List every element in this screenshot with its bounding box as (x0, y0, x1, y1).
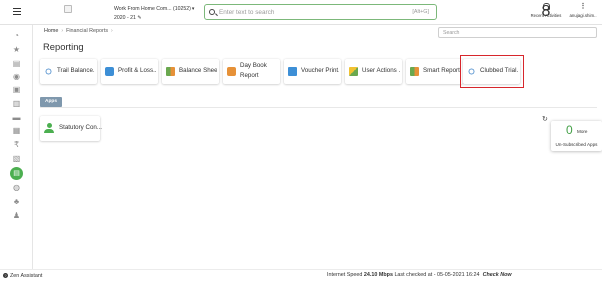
global-search-input[interactable]: Enter text to search [Alt+G] (204, 4, 437, 20)
financial-year: 2020 - 21 (114, 14, 136, 21)
internet-speed: Internet Speed 24.10 Mbps Last checked a… (327, 272, 512, 278)
search-shortcut: [Alt+G] (412, 9, 429, 15)
search-placeholder: Enter text to search (219, 8, 275, 16)
chevron-right-icon: › (111, 28, 113, 34)
search-icon (209, 8, 215, 15)
divider (40, 107, 597, 108)
tab-apps[interactable]: Apps (40, 97, 62, 107)
refresh-icon[interactable]: ↻ (542, 115, 548, 123)
user-name: anujagi.shim.. (569, 13, 597, 18)
smart-report-icon (410, 67, 419, 76)
report-card-label: User Actions ... (362, 67, 400, 74)
report-card-label: Smart Report (423, 67, 460, 74)
unsubscribed-label: Un-Subscribed Apps (555, 142, 598, 147)
voucher-print-icon (288, 67, 297, 76)
report-card-user-actions[interactable]: User Actions ... (345, 59, 402, 84)
zen-assistant-button[interactable]: ? Zen Assistant (3, 273, 42, 279)
reports-icon[interactable]: ▤ (10, 167, 23, 180)
statutory-compliance-icon (44, 123, 54, 133)
report-card-day-book[interactable]: Day Book Report (223, 59, 280, 84)
trial-balance-icon (44, 67, 53, 76)
balance-sheet-icon (166, 67, 175, 76)
report-card-label: Trail Balance... (57, 67, 95, 74)
report-card-label: Day Book Report (240, 62, 267, 79)
day-book-icon (227, 67, 236, 76)
highlight-box (460, 55, 524, 88)
bank-icon[interactable]: ▥ (12, 99, 21, 108)
unsubscribed-apps-card[interactable]: 0 More Un-Subscribed Apps (551, 121, 602, 151)
folder-icon[interactable]: ▬ (12, 113, 21, 122)
page-title: Reporting (43, 41, 84, 52)
report-card-profit-loss[interactable]: Profit & Loss... (101, 59, 158, 84)
kebab-menu-icon: ⋮ (579, 3, 587, 10)
report-card-smart-report[interactable]: Smart Report (406, 59, 463, 84)
last-checked: Last checked at - 05-05-2021 16:24 (394, 272, 480, 278)
briefcase-icon[interactable]: ▦ (12, 126, 21, 135)
rupee-icon[interactable]: ₹ (12, 140, 21, 149)
edit-icon[interactable]: ✎ (137, 15, 141, 21)
report-card-label: Voucher Print... (301, 67, 339, 74)
report-card-label: Profit & Loss... (118, 67, 156, 74)
report-card-voucher-print[interactable]: Voucher Print... (284, 59, 341, 84)
company-selector[interactable]: Work From Home Com... (10252)▾ 2020 - 21… (114, 5, 194, 22)
notification-badge: 8 (541, 3, 551, 20)
help-icon: ? (3, 273, 8, 278)
sidebar: ◔ ★ ▤ ◉ ▣ ▥ ▬ ▦ ₹ ▧ ▤ ◍ ♣ ♟ (0, 25, 33, 269)
report-card-balance-sheet[interactable]: Balance Sheet... (162, 59, 219, 84)
breadcrumb: Home › Financial Reports › (44, 28, 116, 34)
chevron-down-icon: ▾ (191, 6, 195, 12)
app-card-statutory-compliance[interactable]: Statutory Con... (40, 116, 102, 141)
unsubscribed-count: 0 (566, 123, 573, 137)
user-menu[interactable]: ⋮ anujagi.shim.. (566, 3, 600, 18)
breadcrumb-home[interactable]: Home (44, 28, 58, 34)
globe-icon[interactable]: ◍ (12, 183, 21, 192)
users-icon[interactable]: ♣ (12, 197, 21, 206)
dashboard-icon[interactable]: ◔ (12, 31, 21, 40)
status-bar: ? Zen Assistant Internet Speed 24.10 Mbps… (0, 269, 602, 281)
zen-assistant-label: Zen Assistant (10, 273, 43, 279)
speed-value: 24.10 Mbps (363, 272, 393, 278)
report-search-input[interactable]: Search (438, 27, 597, 38)
eye-icon[interactable]: ◉ (12, 72, 21, 81)
report-card-trial-balance[interactable]: Trail Balance... (40, 59, 97, 84)
unsubscribed-more: More (577, 129, 588, 134)
ledger-icon[interactable]: ▧ (12, 154, 21, 163)
main-content: Home › Financial Reports › Search Reporting… (34, 25, 602, 269)
document-icon[interactable]: ▤ (12, 59, 21, 68)
person-icon[interactable]: ♟ (12, 211, 21, 220)
speed-prefix: Internet Speed (327, 272, 363, 278)
app-card-label: Statutory Con... (59, 124, 102, 131)
money-icon[interactable]: ▣ (12, 85, 21, 94)
top-bar: Work From Home Com... (10252)▾ 2020 - 21… (0, 0, 602, 25)
profit-loss-icon (105, 67, 114, 76)
user-actions-icon (349, 67, 358, 76)
star-icon[interactable]: ★ (12, 45, 21, 54)
report-search-placeholder: Search (443, 30, 460, 36)
report-card-label: Balance Sheet... (179, 67, 217, 74)
chevron-right-icon: › (61, 28, 64, 34)
menu-icon[interactable] (13, 8, 21, 15)
company-logo (64, 5, 72, 13)
company-name: Work From Home Com... (10252) (114, 6, 191, 12)
breadcrumb-current: Financial Reports (66, 28, 109, 34)
check-now-link[interactable]: Check Now (483, 272, 512, 278)
